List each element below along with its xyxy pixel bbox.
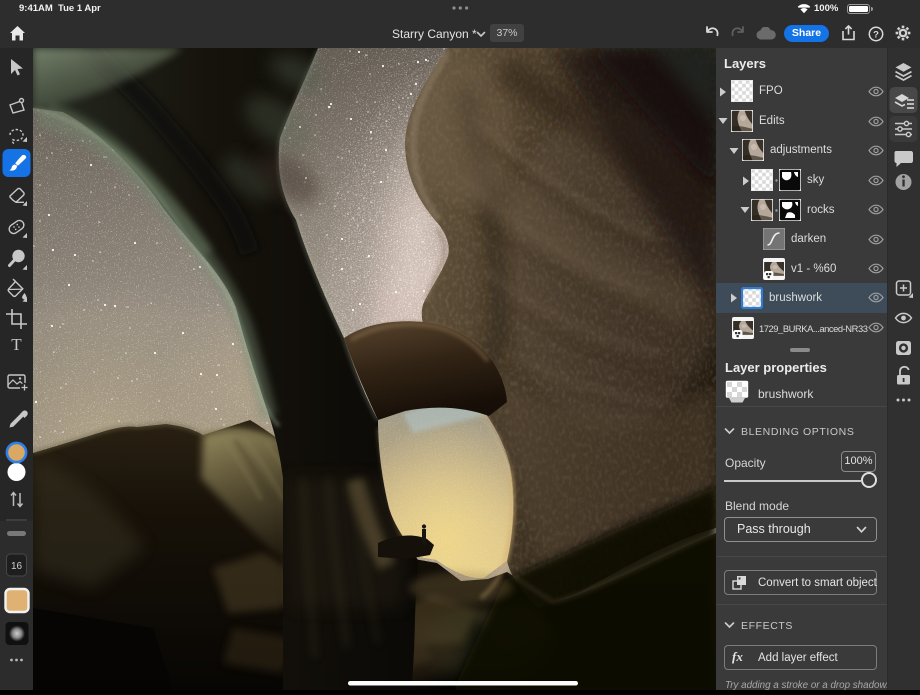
svg-text:T: T (11, 335, 22, 354)
svg-text:16: 16 (11, 561, 23, 572)
svg-text:?: ? (873, 29, 879, 40)
